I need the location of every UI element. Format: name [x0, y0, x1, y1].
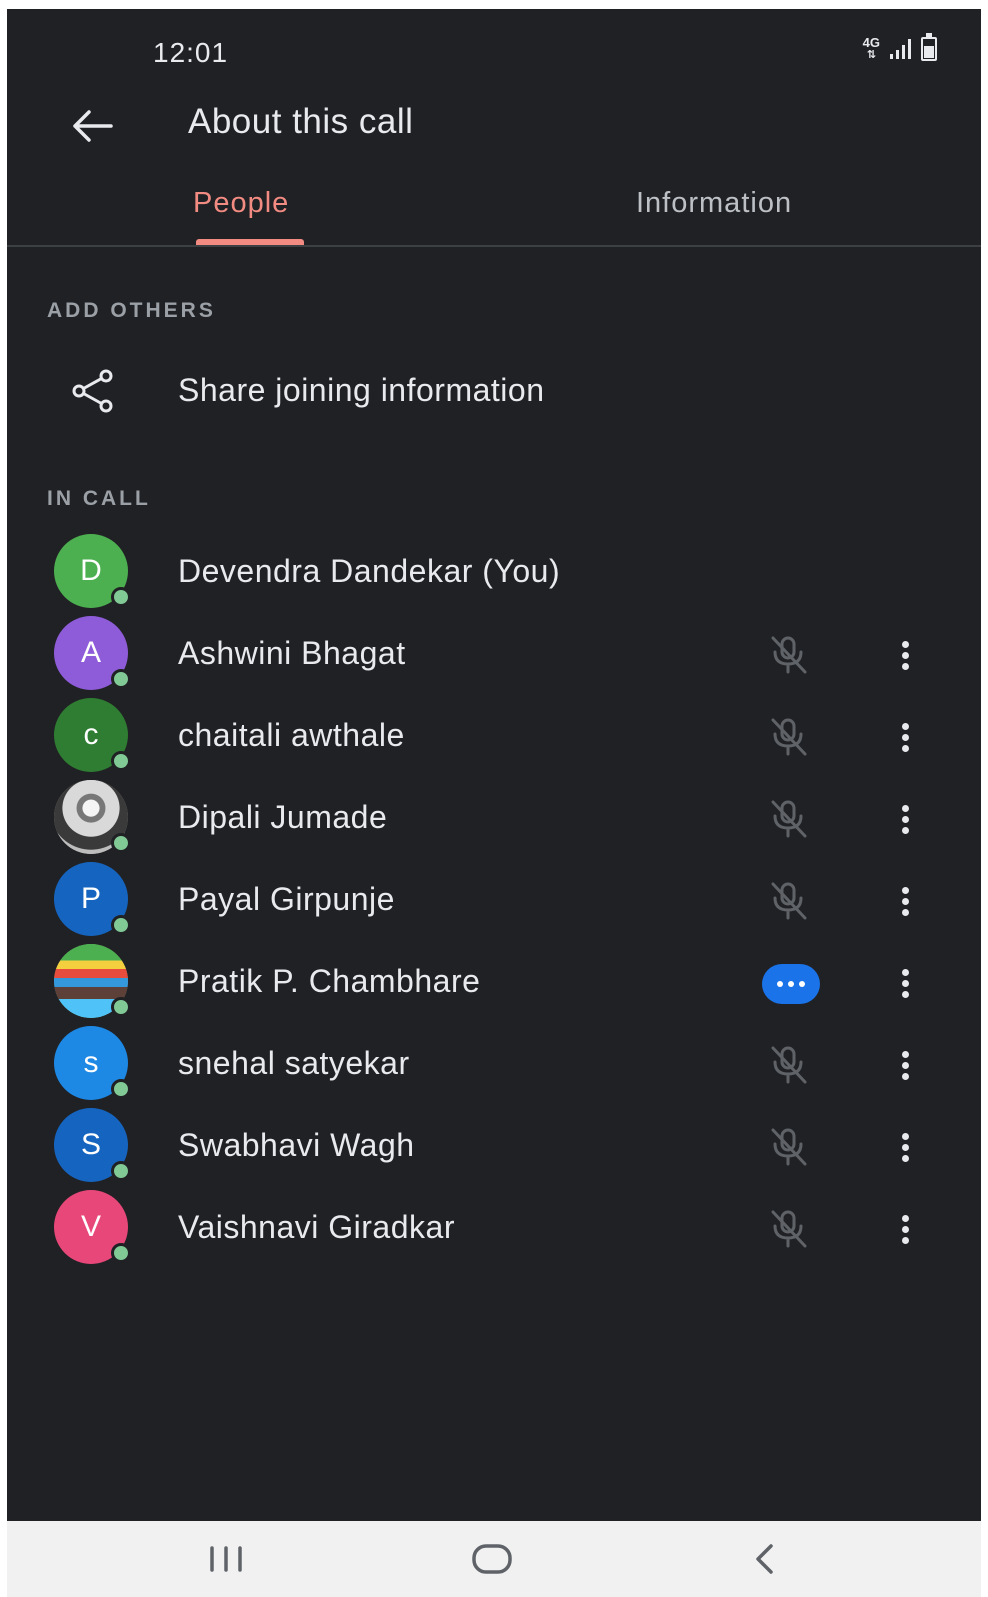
more-options-icon[interactable] [887, 1125, 923, 1169]
participant-row[interactable]: A Ashwini Bhagat [7, 614, 981, 696]
participant-list: D Devendra Dandekar (You) A Ashwini Bhagat c… [7, 532, 981, 1270]
avatar: A [54, 616, 131, 690]
nav-back-icon [756, 1544, 773, 1574]
avatar: S [54, 1108, 131, 1182]
mic-off-icon [764, 1124, 812, 1170]
more-options-icon[interactable] [887, 797, 923, 841]
tab-information[interactable]: Information [636, 187, 792, 220]
avatar-initial: V [80, 1210, 101, 1243]
home-icon [472, 1544, 512, 1574]
battery-icon [921, 33, 937, 61]
avatar-initial: s [83, 1046, 99, 1079]
participant-name: Payal Girpunje [178, 881, 395, 917]
share-joining-info-label: Share joining information [178, 372, 545, 408]
nav-back-button[interactable] [735, 1537, 795, 1581]
more-options-icon[interactable] [887, 961, 923, 1005]
participant-row[interactable]: s snehal satyekar [7, 1024, 981, 1106]
mic-off-icon [764, 1206, 812, 1252]
mic-off-icon [764, 1042, 812, 1088]
participant-name: Ashwini Bhagat [178, 635, 406, 671]
mic-off-icon [764, 632, 812, 678]
tab-bar: People Information [7, 169, 981, 247]
share-icon [72, 369, 113, 413]
presence-dot [111, 915, 131, 935]
participant-name: Swabhavi Wagh [178, 1127, 415, 1163]
more-options-icon[interactable] [887, 633, 923, 677]
participant-name: Dipali Jumade [178, 799, 388, 835]
mic-off-icon [764, 796, 812, 842]
presence-dot [111, 997, 131, 1017]
participant-name: Vaishnavi Giradkar [178, 1209, 455, 1245]
system-nav-bar [7, 1521, 981, 1597]
signal-strength-icon [890, 39, 911, 59]
avatar: V [54, 1190, 131, 1264]
more-options-icon[interactable] [887, 1043, 923, 1087]
status-bar: 12:01 4G ⇅ [7, 9, 981, 89]
presence-dot [111, 1161, 131, 1181]
mic-off-icon [764, 714, 812, 760]
participant-row[interactable]: S Swabhavi Wagh [7, 1106, 981, 1188]
avatar-initial: A [80, 636, 101, 669]
avatar-initial: c [83, 718, 99, 751]
participant-name: chaitali awthale [178, 717, 405, 753]
presence-dot [111, 1079, 131, 1099]
avatar-initial: D [80, 554, 102, 587]
arrow-left-icon [73, 110, 113, 142]
presence-dot [111, 833, 131, 853]
avatar-initial: P [80, 882, 101, 915]
avatar: D [54, 534, 131, 608]
more-options-icon[interactable] [887, 879, 923, 923]
home-button[interactable] [462, 1537, 522, 1581]
presence-dot [111, 669, 131, 689]
recents-icon [210, 1546, 242, 1572]
participant-row[interactable]: c chaitali awthale [7, 696, 981, 778]
participant-name: snehal satyekar [178, 1045, 410, 1081]
mic-off-icon [764, 878, 812, 924]
add-others-heading: ADD OTHERS [47, 299, 216, 322]
more-options-icon[interactable] [887, 1207, 923, 1251]
recents-button[interactable] [196, 1537, 256, 1581]
avatar: s [54, 1026, 131, 1100]
tab-selected-indicator [196, 239, 304, 245]
presence-dot [111, 751, 131, 771]
participant-name: Devendra Dandekar (You) [178, 553, 561, 589]
share-joining-info-button[interactable]: Share joining information [7, 349, 981, 433]
status-time: 12:01 [153, 37, 229, 68]
app-bar: About this call [7, 89, 981, 167]
more-options-icon[interactable] [887, 715, 923, 759]
participant-name: Pratik P. Chambhare [178, 963, 481, 999]
tab-people[interactable]: People [193, 187, 289, 220]
call-details-screen: 12:01 4G ⇅ About this call People Inform… [7, 9, 981, 1521]
avatar [54, 780, 131, 854]
participant-row[interactable]: Dipali Jumade [7, 778, 981, 860]
avatar: c [54, 698, 131, 772]
avatar [54, 944, 131, 1018]
presence-dot [111, 587, 131, 607]
page-title: About this call [188, 102, 414, 141]
in-call-heading: IN CALL [47, 487, 151, 510]
participant-row[interactable]: D Devendra Dandekar (You) [7, 532, 981, 614]
participant-row[interactable]: V Vaishnavi Giradkar [7, 1188, 981, 1270]
avatar-initial: S [80, 1128, 101, 1161]
presence-dot [111, 1243, 131, 1263]
avatar: P [54, 862, 131, 936]
back-button[interactable] [67, 101, 117, 151]
participant-row[interactable]: Pratik P. Chambhare [7, 942, 981, 1024]
participant-row[interactable]: P Payal Girpunje [7, 860, 981, 942]
network-type-icon: 4G ⇅ [862, 35, 880, 61]
speaking-indicator-icon [762, 964, 820, 1004]
status-icons: 4G ⇅ [862, 33, 937, 61]
